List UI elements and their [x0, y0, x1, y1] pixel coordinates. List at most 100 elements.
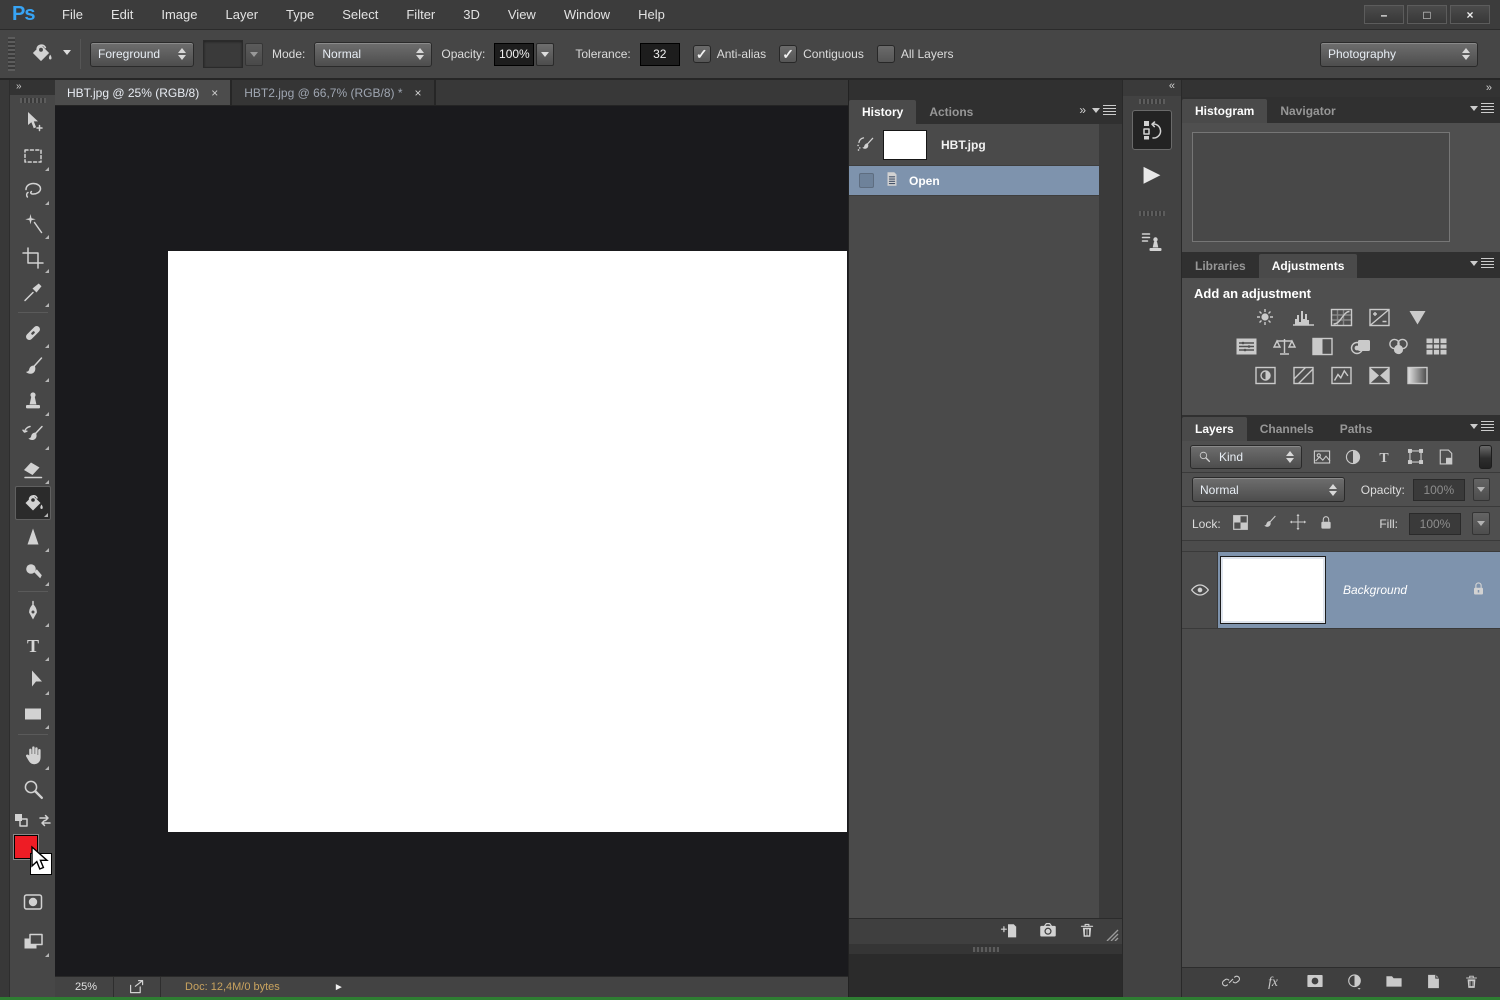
tool-magic-wand[interactable] [15, 207, 51, 241]
channel-mixer-icon[interactable] [1385, 336, 1412, 357]
menu-edit[interactable]: Edit [97, 7, 147, 22]
dock-actions-button[interactable]: ▶ [1132, 154, 1172, 194]
canvas-pasteboard[interactable] [55, 106, 848, 976]
filter-type-layer-icon[interactable]: T [1373, 448, 1395, 466]
layer-visibility-cell[interactable] [1182, 552, 1218, 628]
brightness-contrast-icon[interactable] [1252, 307, 1279, 328]
black-white-icon[interactable] [1309, 336, 1336, 357]
tool-pen[interactable] [15, 595, 51, 629]
delete-state-icon[interactable] [1078, 921, 1096, 942]
options-bar-grip[interactable] [8, 37, 15, 71]
tools-collapse-icon[interactable]: » [10, 80, 55, 95]
menu-file[interactable]: File [48, 7, 97, 22]
new-snapshot-icon[interactable] [1038, 921, 1058, 942]
filter-toggle-switch[interactable] [1479, 445, 1492, 469]
tab-histogram[interactable]: Histogram [1182, 99, 1267, 123]
tab-history[interactable]: History [849, 100, 916, 124]
menu-view[interactable]: View [494, 7, 550, 22]
minimize-button[interactable]: – [1364, 5, 1404, 24]
swap-colors-icon[interactable] [37, 812, 53, 831]
tab-layers[interactable]: Layers [1182, 417, 1247, 441]
layers-opacity-caret-icon[interactable] [1473, 478, 1490, 501]
panel-menu-icon[interactable] [1470, 257, 1494, 270]
tools-grip[interactable] [20, 98, 46, 103]
photo-filter-icon[interactable] [1347, 336, 1374, 357]
opacity-value[interactable]: 100% [494, 43, 534, 66]
filter-adjustment-layer-icon[interactable] [1342, 448, 1364, 466]
new-group-icon[interactable] [1384, 973, 1404, 992]
status-doc-info[interactable]: Doc: 12,4M/0 bytes [161, 981, 304, 993]
dock-clone-source-button[interactable] [1132, 222, 1172, 262]
right-collapse-icon[interactable]: » [1182, 80, 1500, 97]
status-flyout-icon[interactable]: ► [304, 982, 344, 993]
tab-actions[interactable]: Actions [916, 100, 986, 124]
tool-clone-stamp[interactable] [15, 384, 51, 418]
selective-color-icon[interactable] [1366, 365, 1393, 386]
tool-sharpen[interactable] [15, 520, 51, 554]
tool-horizontal-type[interactable]: T [15, 629, 51, 663]
panel-menu-icon[interactable] [1470, 102, 1494, 115]
history-state-open[interactable]: Open [849, 166, 1099, 196]
fill-caret-icon[interactable] [1472, 512, 1490, 535]
dock-collapse-icon[interactable]: « [1123, 80, 1181, 96]
menu-3d[interactable]: 3D [449, 7, 494, 22]
panel-menu-icon[interactable] [1470, 420, 1494, 433]
panel-menu-icon[interactable] [1092, 104, 1116, 117]
add-mask-icon[interactable] [1305, 973, 1325, 992]
layer-row-background[interactable]: Background [1182, 551, 1500, 629]
opacity-caret-icon[interactable] [536, 43, 554, 66]
tool-rectangle[interactable] [15, 697, 51, 731]
tool-paint-bucket[interactable] [15, 486, 51, 520]
fill-source-dropdown[interactable]: Foreground [90, 42, 194, 67]
tool-eyedropper[interactable] [15, 275, 51, 309]
posterize-icon[interactable] [1290, 365, 1317, 386]
tool-zoom[interactable] [15, 772, 51, 806]
tool-spot-healing-brush[interactable] [15, 316, 51, 350]
threshold-icon[interactable] [1328, 365, 1355, 386]
fill-value[interactable]: 100% [1409, 513, 1461, 535]
tool-crop[interactable] [15, 241, 51, 275]
history-brush-source-icon[interactable] [849, 135, 883, 155]
anti-alias-checkbox[interactable]: ✓ [693, 45, 711, 63]
tab-channels[interactable]: Channels [1247, 417, 1327, 441]
tool-history-brush[interactable] [15, 418, 51, 452]
menu-window[interactable]: Window [550, 7, 624, 22]
menu-help[interactable]: Help [624, 7, 679, 22]
gradient-map-icon[interactable] [1404, 365, 1431, 386]
menu-type[interactable]: Type [272, 7, 328, 22]
color-balance-icon[interactable] [1271, 336, 1298, 357]
quick-mask-button[interactable] [15, 885, 51, 919]
tab-navigator[interactable]: Navigator [1267, 99, 1348, 123]
menu-layer[interactable]: Layer [212, 7, 273, 22]
document-tab-hbt2[interactable]: HBT2.jpg @ 66,7% (RGB/8) * × [232, 80, 435, 105]
dock-grip[interactable] [1139, 99, 1165, 104]
all-layers-checkbox[interactable] [877, 45, 895, 63]
menu-select[interactable]: Select [328, 7, 392, 22]
link-layers-icon[interactable] [1221, 973, 1241, 992]
close-button[interactable]: × [1450, 5, 1490, 24]
layers-opacity-value[interactable]: 100% [1413, 479, 1465, 501]
menu-image[interactable]: Image [147, 7, 211, 22]
status-zoom-field[interactable]: 25% [55, 977, 114, 997]
levels-icon[interactable] [1290, 307, 1317, 328]
tab-paths[interactable]: Paths [1327, 417, 1386, 441]
snapshot-thumbnail[interactable] [883, 130, 927, 160]
close-icon[interactable]: × [415, 86, 422, 100]
tool-dodge[interactable] [15, 554, 51, 588]
history-panel-header[interactable] [849, 80, 1122, 98]
color-lookup-icon[interactable] [1423, 336, 1450, 357]
tool-rectangular-marquee[interactable] [15, 139, 51, 173]
filter-shape-layer-icon[interactable] [1404, 447, 1426, 466]
pattern-picker[interactable] [203, 40, 263, 68]
layer-thumbnail[interactable] [1221, 557, 1325, 623]
kind-filter-dropdown[interactable]: Kind [1190, 445, 1302, 469]
paint-bucket-tool-icon[interactable] [28, 40, 54, 69]
tolerance-input[interactable]: 32 [640, 43, 680, 66]
tool-path-selection[interactable] [15, 663, 51, 697]
filter-pixel-layer-icon[interactable] [1311, 449, 1333, 465]
history-snapshot-row[interactable]: HBT.jpg [849, 124, 1099, 166]
lock-transparent-icon[interactable] [1232, 514, 1249, 534]
tool-eraser[interactable] [15, 452, 51, 486]
tool-move[interactable] [15, 105, 51, 139]
filter-smart-object-icon[interactable] [1435, 448, 1457, 466]
